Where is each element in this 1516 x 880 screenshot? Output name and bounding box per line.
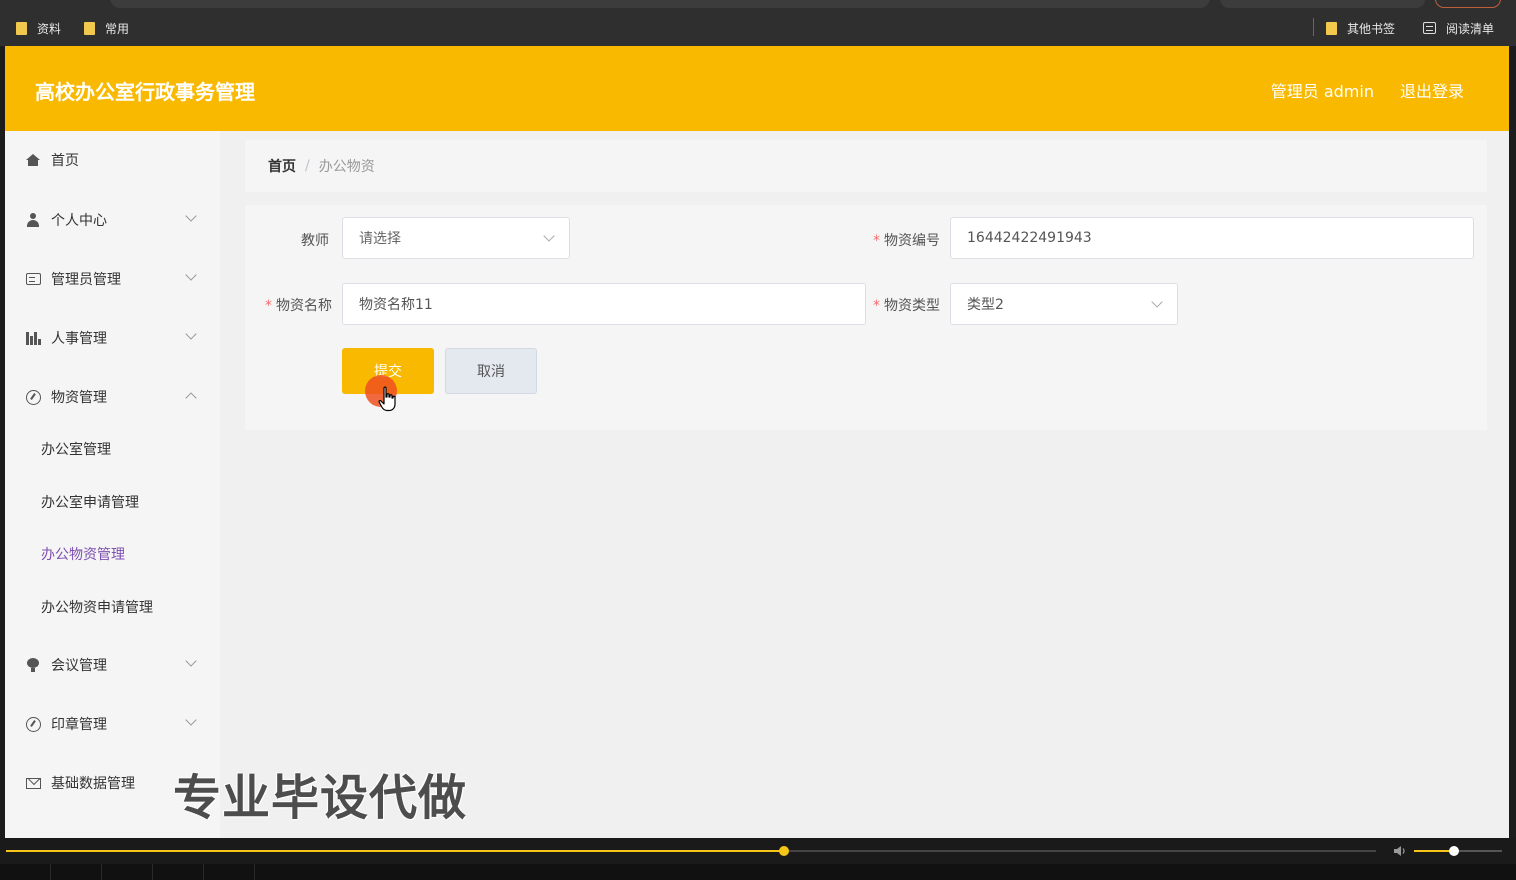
bulb-icon	[25, 657, 41, 673]
bookmark-label: 阅读清单	[1446, 21, 1495, 36]
chevron-down-icon	[185, 210, 197, 222]
seek-handle[interactable]	[779, 846, 790, 856]
chevron-down-icon	[185, 269, 197, 281]
video-player-bar	[0, 838, 1516, 880]
volume-icon[interactable]	[1393, 845, 1407, 857]
bookmark-divider	[1313, 18, 1314, 36]
required-mark: *	[873, 233, 880, 249]
top-header: 高校办公室行政事务管理 管理员 admin 退出登录	[5, 46, 1509, 131]
sidebar-item-label: 基础数据管理	[51, 776, 135, 792]
reading-list-icon	[1423, 22, 1436, 34]
bookmark-label: 资料	[37, 21, 62, 36]
logout-link[interactable]: 退出登录	[1400, 78, 1464, 102]
mail-icon	[25, 775, 41, 791]
app-window: 高校办公室行政事务管理 管理员 admin 退出登录 首页 个人中心 管理员管理…	[5, 46, 1509, 838]
bookmark-item[interactable]: 资料	[16, 18, 61, 38]
material-no-label: * 物资编号	[865, 230, 940, 250]
id-card-icon	[25, 271, 41, 287]
sidebar-subitem-office-application[interactable]: 办公室申请管理	[41, 492, 139, 512]
chevron-down-icon	[185, 655, 197, 667]
seek-bar[interactable]	[6, 846, 1376, 856]
sidebar-item-admin-management[interactable]: 管理员管理	[5, 257, 220, 301]
sidebar-item-home[interactable]: 首页	[5, 138, 220, 182]
sidebar-item-label: 个人中心	[51, 213, 107, 229]
cancel-button[interactable]: 取消	[445, 348, 537, 394]
material-no-value: 16442422491943	[967, 230, 1092, 246]
compass-icon	[25, 389, 41, 405]
breadcrumb-separator: /	[305, 158, 310, 174]
update-button[interactable]	[1435, 0, 1501, 8]
sidebar-item-label: 首页	[51, 153, 79, 169]
volume-level	[1414, 850, 1454, 852]
material-type-label: * 物资类型	[865, 295, 940, 315]
material-type-select[interactable]: 类型2	[950, 283, 1178, 325]
breadcrumb-home[interactable]: 首页	[268, 156, 296, 176]
material-type-label-text: 物资类型	[884, 298, 940, 314]
sidebar-subitem-office-management[interactable]: 办公室管理	[41, 439, 111, 459]
sidebar-item-material-management[interactable]: 物资管理	[5, 375, 220, 419]
material-name-label-text: 物资名称	[276, 298, 332, 314]
folder-icon	[1326, 21, 1337, 35]
compass-icon	[25, 716, 41, 732]
sidebar-item-label: 会议管理	[51, 658, 107, 674]
sidebar-item-label: 印章管理	[51, 717, 107, 733]
material-name-input[interactable]: 物资名称11	[342, 283, 866, 325]
sidebar-item-personal-center[interactable]: 个人中心	[5, 198, 220, 242]
chevron-up-icon	[185, 392, 197, 404]
profile-button[interactable]	[1220, 0, 1425, 8]
material-name-value: 物资名称11	[359, 297, 433, 313]
sidebar-item-meeting-management[interactable]: 会议管理	[5, 643, 220, 687]
teacher-select[interactable]: 请选择	[342, 217, 570, 259]
sidebar-item-label: 物资管理	[51, 390, 107, 406]
chevron-down-icon	[185, 714, 197, 726]
volume-slider[interactable]	[1414, 846, 1502, 856]
reading-list[interactable]: 阅读清单	[1423, 18, 1494, 38]
breadcrumb-current: 办公物资	[318, 159, 375, 175]
current-user[interactable]: 管理员 admin	[1271, 78, 1374, 102]
chevron-down-icon	[543, 230, 555, 242]
sidebar: 首页 个人中心 管理员管理 人事管理 物资管理 办公室管理 办公室申请管理 办公…	[5, 131, 220, 838]
other-bookmarks[interactable]: 其他书签	[1326, 18, 1395, 38]
player-bottom-strip	[0, 864, 1516, 880]
material-no-input[interactable]: 16442422491943	[950, 217, 1474, 259]
volume-handle[interactable]	[1448, 846, 1459, 856]
seek-progress	[6, 850, 785, 852]
home-icon	[25, 152, 41, 168]
folder-icon	[84, 21, 95, 35]
material-no-label-text: 物资编号	[884, 233, 940, 249]
required-mark: *	[265, 298, 272, 314]
hand-cursor-icon	[378, 386, 396, 412]
address-bar[interactable]	[110, 0, 1210, 8]
sidebar-item-label: 人事管理	[51, 331, 107, 347]
watermark: 专业毕设代做	[173, 770, 468, 826]
bookmark-item[interactable]: 常用	[84, 18, 129, 38]
required-mark: *	[873, 298, 880, 314]
browser-toolbar: 资料 常用 其他书签 阅读清单	[0, 0, 1516, 46]
sidebar-subitem-material-application[interactable]: 办公物资申请管理	[41, 597, 153, 617]
folder-icon	[16, 21, 27, 35]
teacher-select-placeholder: 请选择	[359, 231, 401, 247]
material-type-value: 类型2	[967, 297, 1004, 313]
material-name-label: * 物资名称	[257, 295, 332, 315]
user-icon	[25, 212, 41, 228]
header-actions: 管理员 admin 退出登录	[1271, 78, 1464, 102]
sidebar-item-seal-management[interactable]: 印章管理	[5, 702, 220, 746]
app-title: 高校办公室行政事务管理	[35, 80, 255, 104]
bookmark-label: 常用	[105, 21, 130, 36]
material-form: 教师 请选择 * 物资编号 16442422491943 * 物资名称 物资名称11…	[245, 205, 1487, 430]
bar-chart-icon	[25, 330, 41, 346]
chevron-down-icon	[1151, 296, 1163, 308]
sidebar-item-label: 管理员管理	[51, 272, 121, 288]
bookmark-label: 其他书签	[1347, 21, 1396, 36]
sidebar-item-hr-management[interactable]: 人事管理	[5, 316, 220, 360]
breadcrumb: 首页 / 办公物资	[245, 140, 1487, 192]
chevron-down-icon	[185, 328, 197, 340]
teacher-label-text: 教师	[301, 233, 329, 249]
sidebar-subitem-office-material[interactable]: 办公物资管理	[41, 544, 125, 564]
teacher-label: 教师	[299, 230, 329, 250]
